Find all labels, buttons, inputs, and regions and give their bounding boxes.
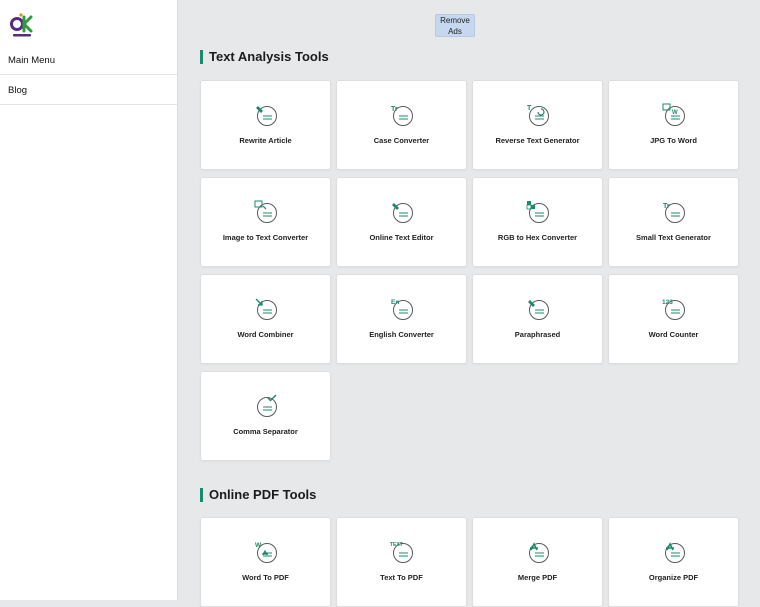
pen-icon (256, 106, 277, 126)
tool-card-label: Word To PDF (242, 573, 289, 582)
sidebar: Main Menu Blog (0, 0, 178, 600)
tool-card-label: Text To PDF (380, 573, 423, 582)
tool-card-label: Word Combiner (237, 330, 294, 339)
svg-text:TEXT: TEXT (390, 542, 403, 548)
tool-card-label: Merge PDF (517, 573, 558, 582)
image-text-icon (254, 200, 277, 223)
tool-card[interactable]: Online Text Editor (336, 177, 467, 267)
tool-card[interactable]: En English Converter (336, 274, 467, 364)
sidebar-item-blog[interactable]: Blog (0, 76, 177, 105)
check-icon (257, 394, 277, 417)
tool-card-label: Case Converter (373, 136, 430, 145)
tool-card-label: Rewrite Article (239, 136, 292, 145)
svg-text:Tr: Tr (391, 106, 398, 113)
tool-card[interactable]: Comma Separator (200, 371, 331, 461)
pdf-icon (665, 542, 685, 563)
tt-icon: Tr (663, 203, 685, 223)
tool-card[interactable]: Rewrite Article (200, 80, 331, 170)
tool-card-label: Online Text Editor (369, 233, 434, 242)
tool-card[interactable]: RGB to Hex Converter (472, 177, 603, 267)
tool-card[interactable]: 123 Word Counter (608, 274, 739, 364)
tt-icon: Tr (391, 106, 413, 126)
tool-card[interactable]: Organize PDF (608, 517, 739, 607)
tool-card[interactable]: Tr Small Text Generator (608, 177, 739, 267)
pen-icon (528, 300, 549, 320)
image-word-icon: W (662, 103, 685, 126)
remove-ads-button[interactable]: Remove Ads (435, 14, 475, 37)
svg-text:En: En (391, 299, 399, 306)
tool-card-label: Paraphrased (514, 330, 561, 339)
en-icon: En (391, 299, 413, 320)
svg-text:123: 123 (662, 299, 673, 306)
rgb-hex-icon (526, 201, 549, 223)
section-title-text-tools: Text Analysis Tools (200, 50, 329, 64)
tool-card-label: RGB to Hex Converter (497, 233, 578, 242)
tool-card[interactable]: Tr Case Converter (336, 80, 467, 170)
svg-text:W: W (672, 110, 678, 116)
tool-card-label: Organize PDF (648, 573, 699, 582)
tool-card-label: Image to Text Converter (222, 233, 309, 242)
sidebar-item-main-menu[interactable]: Main Menu (0, 46, 177, 75)
remove-ads-label-line2: Ads (448, 26, 462, 36)
tool-card[interactable]: Word Combiner (200, 274, 331, 364)
numbers-icon: 123 (662, 299, 685, 320)
tool-card-label: Word Counter (648, 330, 699, 339)
tool-card[interactable]: W Word To PDF (200, 517, 331, 607)
tool-card[interactable]: Paraphrased (472, 274, 603, 364)
tool-card-label: Comma Separator (233, 427, 298, 436)
svg-text:Tr: Tr (663, 203, 670, 210)
tool-card[interactable]: W JPG To Word (608, 80, 739, 170)
tool-card[interactable]: T Reverse Text Generator (472, 80, 603, 170)
pen-icon (392, 203, 413, 223)
word-pdf-icon: W (255, 542, 277, 563)
main-content: Remove Ads Text Analysis Tools Rewrite A… (178, 0, 760, 607)
tool-card-label: Reverse Text Generator (495, 136, 580, 145)
remove-ads-label-line1: Remove (440, 16, 470, 25)
tool-card[interactable]: Merge PDF (472, 517, 603, 607)
ok-logo-icon[interactable] (9, 12, 37, 40)
tool-card[interactable]: TEXT Text To PDF (336, 517, 467, 607)
svg-text:W: W (255, 542, 262, 549)
tool-card[interactable]: Image to Text Converter (200, 177, 331, 267)
text-pdf-icon: TEXT (390, 542, 413, 563)
reverse-text-icon: T (527, 105, 549, 126)
svg-text:T: T (527, 105, 532, 112)
tool-card-label: English Converter (369, 330, 434, 339)
section-title-pdf-tools: Online PDF Tools (200, 488, 316, 502)
combine-arrow-icon (255, 298, 277, 320)
tool-card-label: JPG To Word (650, 136, 697, 145)
pdf-icon (529, 542, 549, 563)
tool-card-label: Small Text Generator (636, 233, 711, 242)
